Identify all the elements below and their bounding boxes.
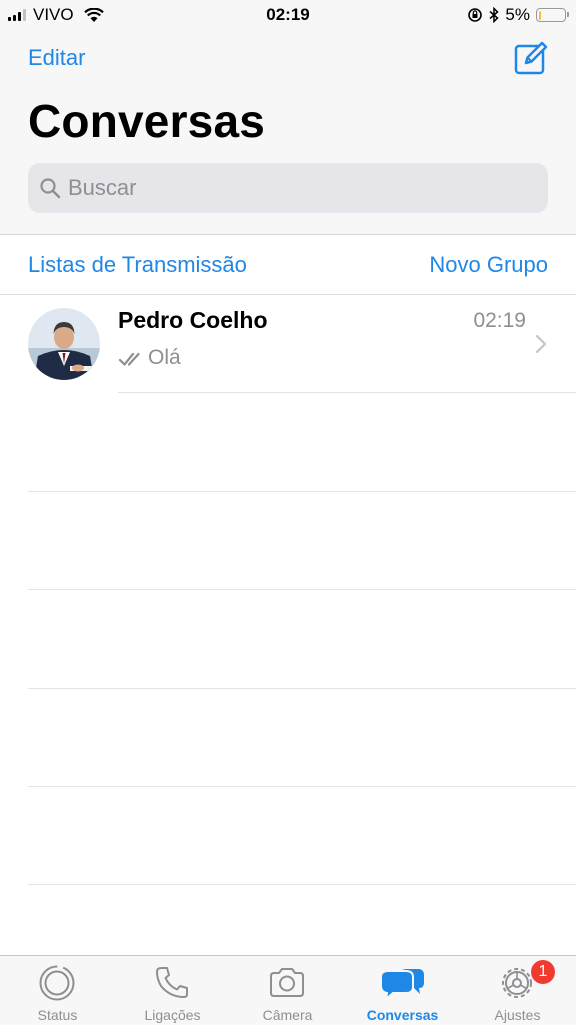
search-bar[interactable] [28, 163, 548, 213]
chat-row[interactable]: Pedro Coelho 02:19 Olá [0, 295, 576, 393]
row-separator [28, 589, 576, 590]
tab-calls[interactable]: Ligações [115, 956, 230, 1025]
avatar[interactable] [28, 308, 100, 380]
tab-camera[interactable]: Câmera [230, 956, 345, 1025]
search-input[interactable] [68, 163, 528, 213]
tab-status[interactable]: Status [0, 956, 115, 1025]
row-separator [28, 688, 576, 689]
tab-label: Conversas [366, 1007, 439, 1023]
compose-icon[interactable] [512, 39, 550, 77]
orientation-lock-icon [468, 8, 483, 22]
edit-button[interactable]: Editar [28, 45, 85, 71]
row-separator [28, 491, 576, 492]
camera-icon [270, 968, 304, 997]
tab-bar: Status Ligações Câmera Conversas 1 Ajust… [0, 955, 576, 1025]
search-icon [40, 178, 61, 199]
page-title: Conversas [28, 95, 266, 147]
status-icon [39, 965, 75, 1001]
battery-fill [538, 10, 541, 20]
broadcast-lists-link[interactable]: Listas de Transmissão [28, 252, 247, 278]
row-separator [28, 884, 576, 885]
tab-label: Ligações [144, 1007, 201, 1023]
tab-label: Status [37, 1007, 78, 1023]
chat-name: Pedro Coelho [118, 307, 268, 333]
chevron-right-icon [535, 334, 547, 354]
bluetooth-icon [489, 7, 500, 23]
phone-icon [156, 967, 188, 998]
chat-time: 02:19 [473, 309, 526, 332]
tab-label: Ajustes [494, 1007, 541, 1023]
chat-preview: Olá [148, 346, 181, 369]
chats-icon [380, 969, 424, 1002]
header-divider [0, 234, 576, 235]
battery-percent: 5% [505, 5, 530, 24]
avatar-photo [28, 308, 100, 380]
new-group-link[interactable]: Novo Grupo [429, 252, 548, 278]
tab-settings[interactable]: 1 Ajustes [460, 956, 575, 1025]
row-separator [118, 392, 576, 393]
notification-badge: 1 [531, 960, 555, 984]
tab-chats[interactable]: Conversas [345, 956, 460, 1025]
status-bar: VIVO 02:19 5% [0, 0, 576, 30]
tab-label: Câmera [262, 1007, 313, 1023]
battery-icon [536, 8, 569, 22]
status-right: 5% [467, 5, 569, 25]
row-separator [28, 786, 576, 787]
double-check-icon [118, 352, 140, 366]
